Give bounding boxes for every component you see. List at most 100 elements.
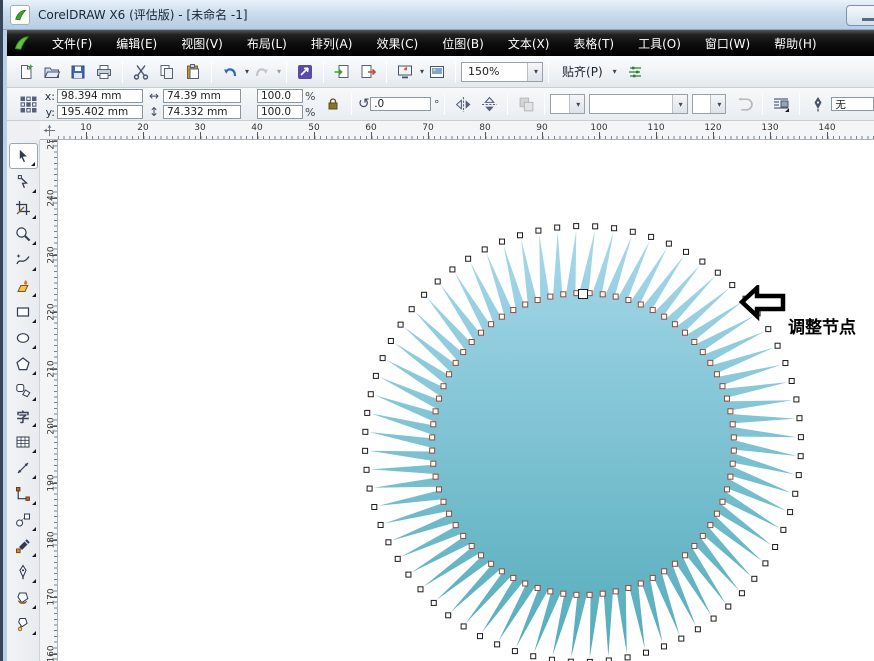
inner-node[interactable] xyxy=(433,474,438,479)
inner-node[interactable] xyxy=(447,372,452,377)
inner-node[interactable] xyxy=(714,372,719,377)
tip-node[interactable] xyxy=(477,634,482,639)
snap-dropdown[interactable]: ▾ xyxy=(613,67,617,76)
menu-bitmaps[interactable]: 位图(B) xyxy=(430,31,496,56)
inner-node[interactable] xyxy=(511,308,516,313)
tip-node[interactable] xyxy=(798,435,803,440)
inner-node[interactable] xyxy=(683,330,688,335)
tip-node[interactable] xyxy=(368,392,373,397)
options-button[interactable] xyxy=(623,60,647,84)
new-document-button[interactable] xyxy=(14,60,38,84)
inner-node[interactable] xyxy=(489,561,494,566)
inner-node[interactable] xyxy=(441,499,446,504)
basic-shapes-tool[interactable] xyxy=(9,377,38,403)
tip-node[interactable] xyxy=(531,654,536,659)
tip-node[interactable] xyxy=(367,486,372,491)
outline-pen-tool[interactable] xyxy=(9,559,38,585)
inner-node[interactable] xyxy=(478,330,483,335)
end-arrowhead-select[interactable]: ▾ xyxy=(692,94,727,114)
inner-node[interactable] xyxy=(499,314,504,319)
rectangle-tool[interactable] xyxy=(9,299,38,325)
tip-node[interactable] xyxy=(482,247,487,252)
tip-node[interactable] xyxy=(380,356,385,361)
tip-node[interactable] xyxy=(797,416,802,421)
shape-tool[interactable] xyxy=(9,169,38,195)
inner-node[interactable] xyxy=(650,575,655,580)
fill-tool[interactable] xyxy=(9,585,38,611)
zoom-level-combobox[interactable]: 150% ▾ xyxy=(461,62,543,82)
menu-window[interactable]: 窗口(W) xyxy=(693,31,762,56)
inner-node[interactable] xyxy=(725,487,730,492)
tip-node[interactable] xyxy=(363,429,368,434)
menu-text[interactable]: 文本(X) xyxy=(496,31,562,56)
text-tool[interactable]: 字 xyxy=(9,403,38,429)
inner-node[interactable] xyxy=(728,409,733,414)
inner-node[interactable] xyxy=(453,523,458,528)
welcome-screen-button[interactable] xyxy=(425,60,449,84)
tip-node[interactable] xyxy=(450,267,455,272)
tip-node[interactable] xyxy=(700,259,705,264)
snap-to-button[interactable]: 贴齐(P) xyxy=(554,60,611,83)
menu-help[interactable]: 帮助(H) xyxy=(762,31,828,56)
inner-node[interactable] xyxy=(672,561,677,566)
inner-node[interactable] xyxy=(548,294,553,299)
scale-vertical-field[interactable]: 100.0 xyxy=(257,105,303,119)
inner-node[interactable] xyxy=(638,581,643,586)
tip-node[interactable] xyxy=(661,644,666,649)
tip-node[interactable] xyxy=(395,556,400,561)
inner-node[interactable] xyxy=(720,499,725,504)
menu-tools[interactable]: 工具(O) xyxy=(626,31,693,56)
inner-node[interactable] xyxy=(499,569,504,574)
inner-node[interactable] xyxy=(469,544,474,549)
inner-node[interactable] xyxy=(730,461,735,466)
color-eyedropper-tool[interactable] xyxy=(9,533,38,559)
tip-node[interactable] xyxy=(431,600,436,605)
inner-node[interactable] xyxy=(725,396,730,401)
blend-tool[interactable] xyxy=(9,507,38,533)
tip-node[interactable] xyxy=(798,454,803,459)
tip-node[interactable] xyxy=(630,229,635,234)
inner-node[interactable] xyxy=(523,302,528,307)
menu-table[interactable]: 表格(T) xyxy=(561,31,626,56)
inner-node[interactable] xyxy=(436,487,441,492)
tip-node[interactable] xyxy=(378,522,383,527)
ellipse-tool[interactable] xyxy=(9,325,38,351)
tip-node[interactable] xyxy=(364,467,369,472)
inner-node[interactable] xyxy=(700,533,705,538)
tip-node[interactable] xyxy=(695,627,700,632)
print-button[interactable] xyxy=(92,60,116,84)
tip-node[interactable] xyxy=(793,491,798,496)
paste-button[interactable] xyxy=(181,60,205,84)
menu-file[interactable]: 文件(F) xyxy=(40,31,104,56)
inner-node[interactable] xyxy=(548,589,553,594)
zoom-tool[interactable] xyxy=(9,221,38,247)
scale-horizontal-field[interactable]: 100.0 xyxy=(257,89,303,103)
tip-node[interactable] xyxy=(555,225,560,230)
copy-button[interactable] xyxy=(155,60,179,84)
inner-node[interactable] xyxy=(433,409,438,414)
inner-node[interactable] xyxy=(436,396,441,401)
rotation-angle-field[interactable]: .0 xyxy=(370,97,431,111)
tip-node[interactable] xyxy=(781,527,786,532)
connector-tool[interactable] xyxy=(9,481,38,507)
tip-node[interactable] xyxy=(461,624,466,629)
selected-node[interactable] xyxy=(579,290,588,299)
inner-node[interactable] xyxy=(453,360,458,365)
inner-node[interactable] xyxy=(728,474,733,479)
inner-node[interactable] xyxy=(511,575,516,580)
mirror-vertical-button[interactable] xyxy=(477,92,501,116)
tip-node[interactable] xyxy=(446,613,451,618)
cut-button[interactable] xyxy=(129,60,153,84)
inner-node[interactable] xyxy=(430,435,435,440)
object-height-field[interactable]: 74.332 mm xyxy=(163,105,241,119)
tip-node[interactable] xyxy=(796,473,801,478)
tip-node[interactable] xyxy=(726,604,731,609)
x-position-field[interactable]: 98.394 mm xyxy=(57,89,143,103)
tip-node[interactable] xyxy=(625,655,630,660)
minimize-button[interactable] xyxy=(846,5,874,26)
inner-node[interactable] xyxy=(535,586,540,591)
tip-node[interactable] xyxy=(715,270,720,275)
tip-node[interactable] xyxy=(536,228,541,233)
pick-tool[interactable] xyxy=(9,143,38,169)
inner-node[interactable] xyxy=(672,322,677,327)
